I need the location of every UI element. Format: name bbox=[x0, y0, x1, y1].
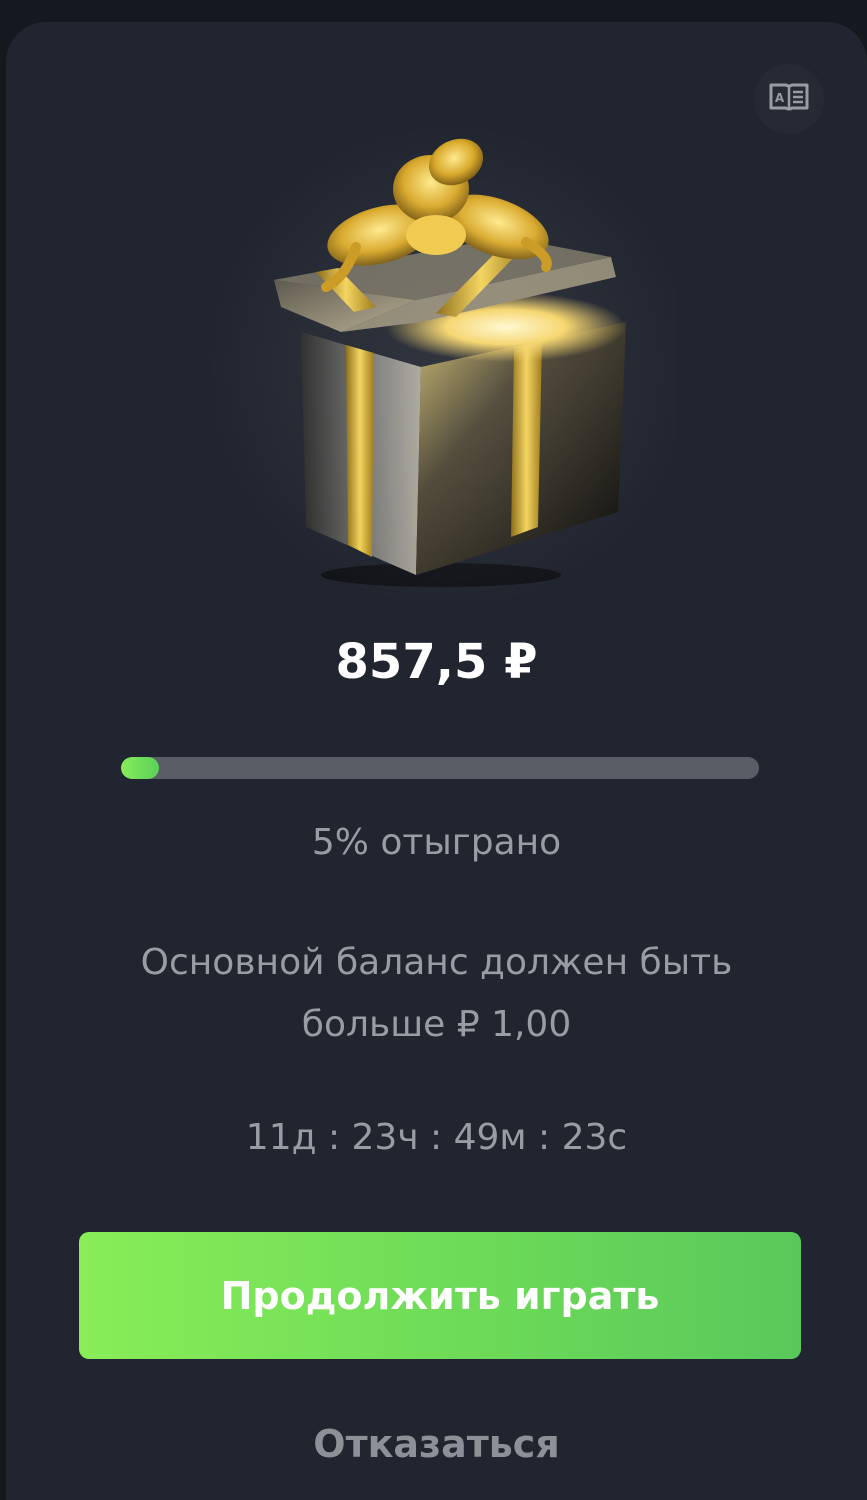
countdown-timer: 11д : 23ч : 49м : 23с bbox=[245, 1117, 628, 1158]
continue-playing-button[interactable]: Продолжить играть bbox=[79, 1232, 801, 1359]
wagering-progress-fill bbox=[121, 757, 160, 779]
gift-box-icon bbox=[206, 117, 676, 597]
progress-label: 5% отыграно bbox=[311, 822, 562, 863]
book-icon: A bbox=[768, 81, 810, 117]
wagering-progress-bar bbox=[121, 757, 759, 779]
decline-button[interactable]: Отказаться bbox=[6, 1420, 867, 1468]
svg-text:A: A bbox=[775, 91, 785, 105]
bonus-amount: 857,5 ₽ bbox=[335, 634, 538, 690]
balance-condition-text: Основной баланс должен быть больше ₽ 1,0… bbox=[140, 942, 733, 1045]
rules-button[interactable]: A bbox=[754, 64, 824, 134]
bonus-modal: A 857,5 ₽ 5% отыграно Основной баланс до… bbox=[6, 22, 867, 1500]
